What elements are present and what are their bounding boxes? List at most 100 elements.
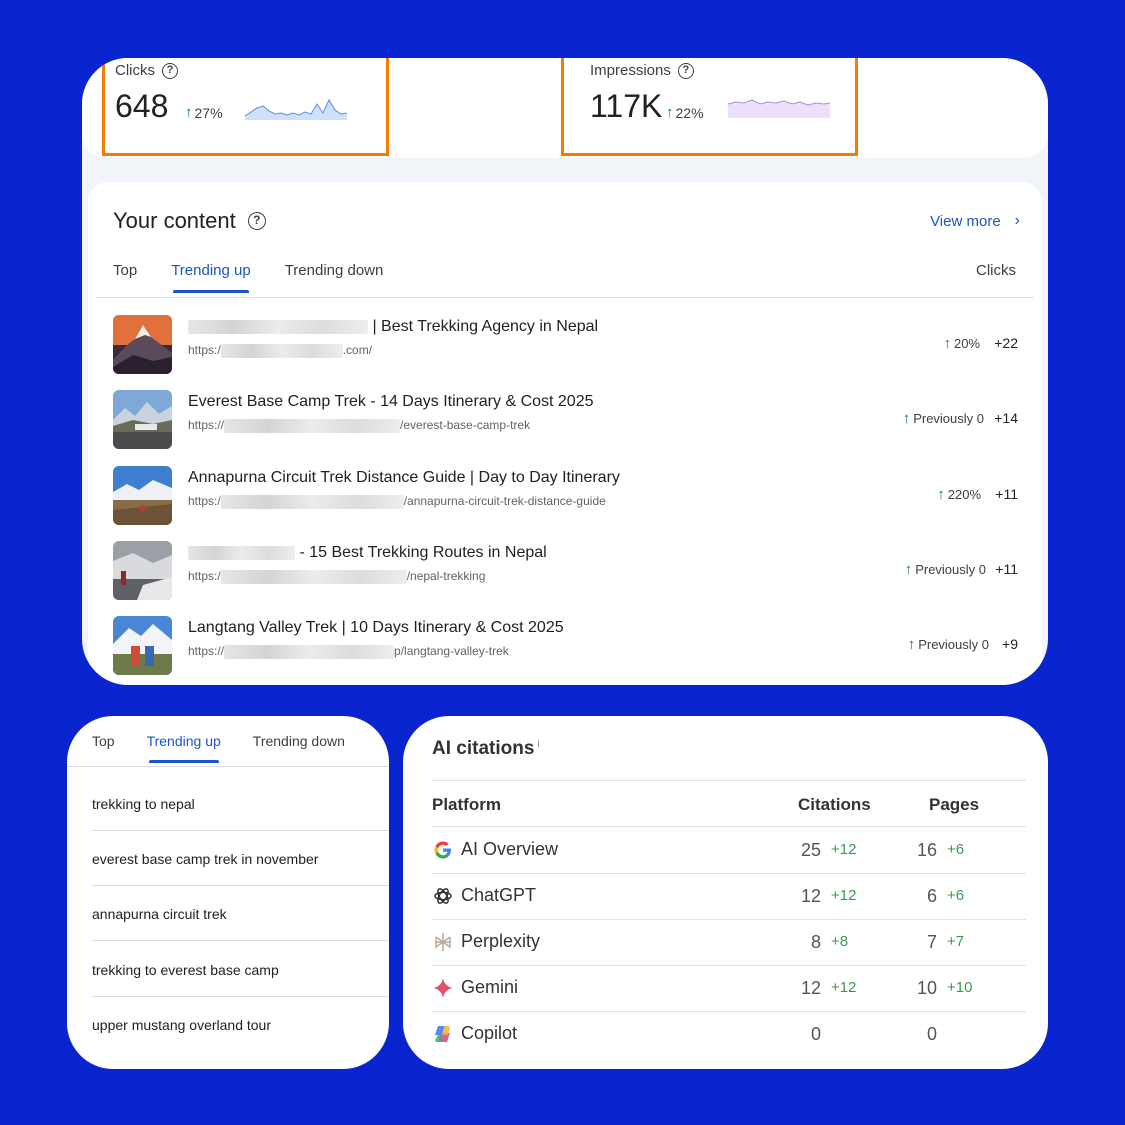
page-thumbnail bbox=[113, 541, 172, 600]
row-change-value: Previously 0 bbox=[915, 562, 986, 577]
row-title: Annapurna Circuit Trek Distance Guide | … bbox=[188, 469, 620, 486]
arrow-up-icon: ↑ bbox=[185, 104, 193, 121]
impressions-sparkline bbox=[728, 99, 830, 118]
row-url-prefix: https:/ bbox=[188, 343, 221, 357]
help-icon[interactable]: ? bbox=[162, 62, 178, 79]
tab-top[interactable]: Top bbox=[92, 733, 115, 763]
citations-count: 25 bbox=[800, 840, 821, 860]
platform-name: ChatGPT bbox=[461, 885, 537, 905]
help-icon[interactable]: ? bbox=[677, 62, 694, 79]
citations-count: 12 bbox=[800, 886, 821, 906]
redacted-text bbox=[224, 644, 395, 659]
pages-count: 7 bbox=[926, 932, 937, 952]
content-row[interactable]: Langtang Valley Trek | 10 Days Itinerary… bbox=[113, 616, 1018, 676]
query-text: everest base camp trek in november bbox=[92, 851, 319, 867]
pages-count: 0 bbox=[926, 1024, 937, 1044]
citation-row[interactable]: ChatGPT 12 +12 6 +6 bbox=[432, 873, 1026, 919]
row-url-prefix: https:/ bbox=[188, 494, 221, 508]
info-icon[interactable]: i bbox=[537, 739, 539, 750]
row-title: | Best Trekking Agency in Nepal bbox=[372, 318, 599, 335]
row-change: ↑ 220% bbox=[937, 486, 981, 503]
citations-delta: +12 bbox=[831, 979, 857, 996]
view-more-link[interactable]: View more › bbox=[930, 212, 1020, 230]
tab-trending-up[interactable]: Trending up bbox=[171, 262, 251, 293]
tab-trending-down[interactable]: Trending down bbox=[285, 262, 384, 293]
row-url-suffix: /everest-base-camp-trek bbox=[400, 418, 531, 432]
row-title: Langtang Valley Trek | 10 Days Itinerary… bbox=[188, 619, 564, 636]
citation-row[interactable]: Perplexity 8 +8 7 +7 bbox=[432, 919, 1026, 965]
ai-citations-title: AI citations bbox=[432, 738, 535, 759]
citation-row[interactable]: Gemini 12 +12 10 +10 bbox=[432, 965, 1026, 1011]
pages-delta: +10 bbox=[947, 979, 973, 996]
row-url-prefix: https:// bbox=[188, 644, 225, 658]
row-url-wrap: https:/ /annapurna-circuit-trek-distance-… bbox=[188, 494, 606, 509]
impressions-metric-card[interactable]: Impressions ? 117K ↑ 22% bbox=[561, 58, 858, 156]
citations-count: 0 bbox=[810, 1024, 821, 1044]
clicks-sparkline bbox=[245, 98, 347, 120]
row-title-wrap: - 15 Best Trekking Routes in Nepal bbox=[188, 544, 547, 562]
content-row[interactable]: | Best Trekking Agency in Nepal https:/.… bbox=[113, 315, 1018, 375]
clicks-value: 648 bbox=[115, 88, 169, 124]
redacted-text bbox=[188, 319, 368, 334]
tab-top[interactable]: Top bbox=[113, 262, 137, 293]
pages-delta: +7 bbox=[947, 933, 965, 950]
page-thumbnail bbox=[113, 315, 172, 374]
pages-delta: +6 bbox=[947, 887, 965, 904]
row-url-suffix: /nepal-trekking bbox=[406, 569, 486, 583]
row-url-prefix: https:// bbox=[188, 418, 225, 432]
content-header: Your content ? bbox=[113, 208, 266, 234]
citations-count: 8 bbox=[810, 932, 821, 952]
clicks-metric-card[interactable]: Clicks ? 648 ↑ 27% bbox=[102, 58, 389, 156]
clicks-label-wrap: Clicks ? bbox=[115, 62, 178, 79]
citation-row[interactable]: Copilot 0 0 bbox=[432, 1011, 1026, 1057]
query-item[interactable]: everest base camp trek in november bbox=[92, 831, 389, 886]
content-row[interactable]: Annapurna Circuit Trek Distance Guide | … bbox=[113, 466, 1018, 526]
content-row[interactable]: - 15 Best Trekking Routes in Nepal https… bbox=[113, 541, 1018, 601]
view-more-label: View more bbox=[930, 212, 1001, 230]
row-clicks: +14 bbox=[994, 410, 1018, 426]
row-url-suffix: .com/ bbox=[342, 343, 373, 357]
content-row[interactable]: Everest Base Camp Trek - 14 Days Itinera… bbox=[113, 390, 1018, 450]
row-change: ↑ Previously 0 bbox=[905, 561, 986, 578]
ai-citations-panel: AI citations i Platform Citations Pages A… bbox=[403, 716, 1048, 1069]
row-change-value: Previously 0 bbox=[918, 637, 989, 652]
row-clicks: +11 bbox=[995, 486, 1018, 502]
platform-name: Perplexity bbox=[461, 931, 541, 951]
platform-header: Platform bbox=[432, 795, 501, 814]
redacted-text bbox=[220, 343, 343, 358]
help-icon[interactable]: ? bbox=[247, 212, 266, 230]
divider bbox=[92, 940, 389, 941]
query-item[interactable]: trekking to everest base camp bbox=[92, 942, 389, 997]
citation-row[interactable]: AI Overview 25 +12 16 +6 bbox=[432, 827, 1026, 873]
divider bbox=[67, 766, 389, 767]
platform-name: AI Overview bbox=[461, 839, 559, 859]
impressions-value: 117K bbox=[590, 88, 663, 124]
row-clicks: +22 bbox=[994, 335, 1018, 351]
divider bbox=[96, 297, 1034, 298]
tab-trending-up[interactable]: Trending up bbox=[147, 733, 221, 763]
chevron-right-icon: › bbox=[1014, 212, 1020, 229]
query-tabs: Top Trending up Trending down bbox=[92, 733, 377, 763]
platform-name: Gemini bbox=[461, 977, 519, 997]
impressions-label-wrap: Impressions ? bbox=[590, 62, 694, 79]
query-text: trekking to everest base camp bbox=[92, 962, 279, 978]
platform-name: Copilot bbox=[461, 1023, 518, 1043]
query-item[interactable]: annapurna circuit trek bbox=[92, 886, 389, 941]
query-item[interactable]: trekking to nepal bbox=[92, 776, 389, 831]
arrow-up-icon: ↑ bbox=[904, 561, 913, 578]
redacted-text bbox=[220, 494, 404, 509]
row-change: ↑ Previously 0 bbox=[908, 636, 989, 653]
arrow-up-icon: ↑ bbox=[902, 410, 911, 427]
query-item[interactable]: upper mustang overland tour bbox=[92, 997, 389, 1052]
row-title: - 15 Best Trekking Routes in Nepal bbox=[299, 544, 547, 561]
citations-delta: +8 bbox=[831, 933, 849, 950]
pages-count: 10 bbox=[916, 978, 937, 998]
row-title-wrap: | Best Trekking Agency in Nepal bbox=[188, 318, 598, 336]
arrow-up-icon: ↑ bbox=[907, 636, 916, 653]
impressions-label: Impressions bbox=[590, 62, 671, 79]
row-change: ↑ 20% bbox=[943, 335, 980, 352]
row-url-wrap: https:/ /nepal-trekking bbox=[188, 569, 485, 584]
tab-trending-down[interactable]: Trending down bbox=[253, 733, 345, 763]
row-change-value: 20% bbox=[953, 336, 980, 351]
arrow-up-icon: ↑ bbox=[666, 104, 674, 121]
